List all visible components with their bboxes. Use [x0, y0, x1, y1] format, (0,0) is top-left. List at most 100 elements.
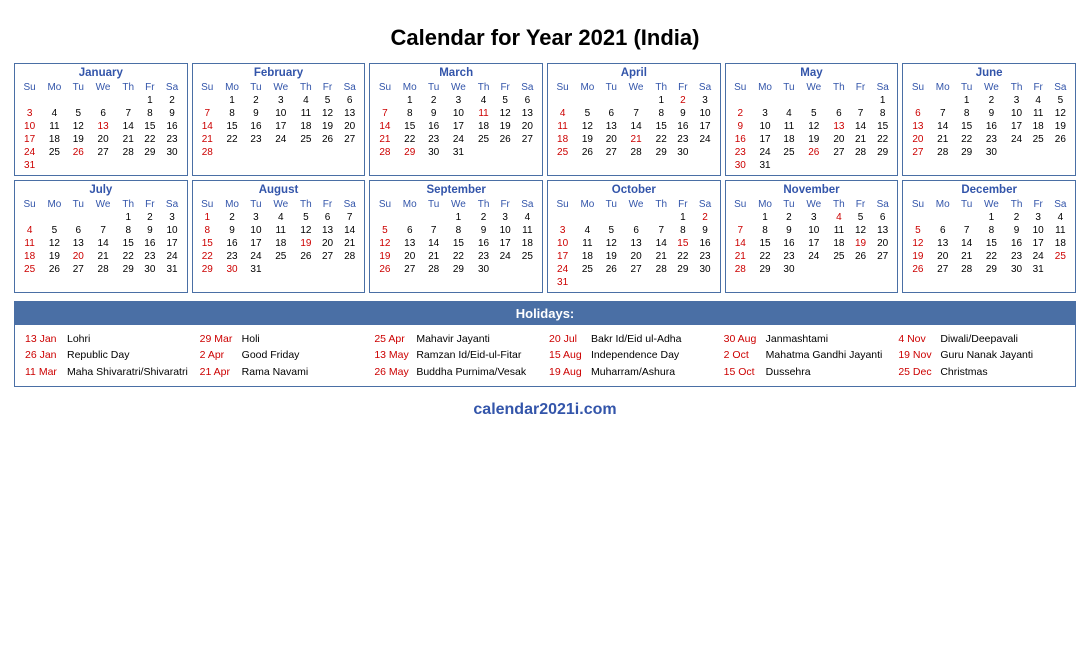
day-header: Tu — [68, 198, 89, 211]
cal-day: 8 — [672, 224, 693, 237]
cal-day: 4 — [18, 224, 41, 237]
holiday-date: 29 Mar — [200, 331, 242, 347]
day-header: Mo — [219, 198, 245, 211]
cal-day: 12 — [68, 120, 89, 133]
cal-day: 31 — [1028, 263, 1049, 276]
cal-day: 5 — [1049, 94, 1072, 107]
cal-day: 6 — [828, 107, 850, 120]
day-header: We — [977, 198, 1005, 211]
day-header: Tu — [245, 198, 266, 211]
cal-table: SuMoTuWeThFrSa12345678910111213141516171… — [906, 81, 1072, 159]
cal-day: 1 — [977, 211, 1005, 224]
holiday-name: Rama Navami — [242, 364, 309, 380]
cal-day: 26 — [41, 263, 67, 276]
cal-day: 30 — [729, 159, 752, 172]
cal-day: 6 — [601, 107, 622, 120]
cal-day — [219, 146, 245, 159]
cal-day: 24 — [800, 250, 828, 263]
cal-day: 29 — [650, 146, 672, 159]
cal-day — [160, 159, 183, 172]
cal-day: 21 — [622, 133, 650, 146]
cal-day: 26 — [68, 146, 89, 159]
cal-day: 14 — [729, 237, 752, 250]
cal-day: 7 — [196, 107, 219, 120]
cal-day: 3 — [245, 211, 266, 224]
cal-day — [1005, 146, 1027, 159]
cal-day — [601, 276, 622, 289]
month-box-october: OctoberSuMoTuWeThFrSa1234567891011121314… — [547, 180, 721, 293]
holiday-item: 19 NovGuru Nanak Jayanti — [898, 347, 1065, 363]
cal-day: 17 — [18, 133, 41, 146]
cal-day: 8 — [196, 224, 219, 237]
cal-day — [828, 94, 850, 107]
cal-day: 28 — [850, 146, 871, 159]
cal-day: 22 — [444, 250, 472, 263]
cal-day: 24 — [18, 146, 41, 159]
cal-day: 24 — [267, 133, 295, 146]
cal-day: 11 — [472, 107, 494, 120]
cal-day: 5 — [495, 94, 516, 107]
cal-day: 24 — [444, 133, 472, 146]
cal-day: 8 — [397, 107, 423, 120]
cal-day — [828, 263, 850, 276]
cal-day: 25 — [41, 146, 67, 159]
cal-day: 16 — [729, 133, 752, 146]
cal-day: 13 — [906, 120, 929, 133]
cal-day: 22 — [956, 133, 977, 146]
cal-day: 5 — [906, 224, 929, 237]
cal-day: 24 — [1028, 250, 1049, 263]
month-box-june: JuneSuMoTuWeThFrSa1234567891011121314151… — [902, 63, 1076, 176]
cal-day: 9 — [472, 224, 494, 237]
cal-day — [295, 263, 317, 276]
day-header: Mo — [41, 198, 67, 211]
cal-day — [672, 276, 693, 289]
holiday-item: 11 MarMaha Shivaratri/Shivaratri — [25, 364, 192, 380]
day-header: Sa — [516, 81, 539, 94]
day-header: Fr — [1028, 81, 1049, 94]
cal-day: 13 — [317, 224, 338, 237]
cal-table: SuMoTuWeThFrSa12345678910111213141516171… — [906, 198, 1072, 276]
cal-day — [1049, 146, 1072, 159]
cal-day — [800, 263, 828, 276]
cal-day: 18 — [574, 250, 600, 263]
holiday-name: Ramzan Id/Eid-ul-Fitar — [416, 347, 521, 363]
cal-day: 30 — [472, 263, 494, 276]
holiday-item: 4 NovDiwali/Deepavali — [898, 331, 1065, 347]
cal-day: 27 — [906, 146, 929, 159]
cal-day: 16 — [245, 120, 266, 133]
cal-day — [574, 276, 600, 289]
cal-day: 25 — [1028, 133, 1049, 146]
cal-day: 23 — [729, 146, 752, 159]
cal-day: 4 — [295, 94, 317, 107]
cal-day: 3 — [800, 211, 828, 224]
cal-day: 26 — [373, 263, 396, 276]
cal-day — [871, 159, 894, 172]
cal-day: 27 — [89, 146, 117, 159]
cal-table: SuMoTuWeThFrSa12345678910111213141516171… — [551, 81, 717, 159]
cal-day: 4 — [1028, 94, 1049, 107]
day-header: Fr — [850, 198, 871, 211]
cal-day: 16 — [423, 120, 444, 133]
holiday-item: 20 JulBakr Id/Eid ul-Adha — [549, 331, 716, 347]
cal-day: 9 — [245, 107, 266, 120]
holiday-name: Maha Shivaratri/Shivaratri — [67, 364, 188, 380]
cal-day: 25 — [778, 146, 799, 159]
cal-day: 10 — [1005, 107, 1027, 120]
cal-day: 8 — [219, 107, 245, 120]
page-title: Calendar for Year 2021 (India) — [10, 10, 1080, 63]
cal-day: 23 — [672, 133, 693, 146]
cal-day: 24 — [752, 146, 778, 159]
cal-day — [778, 94, 799, 107]
cal-day: 8 — [444, 224, 472, 237]
cal-day: 3 — [18, 107, 41, 120]
cal-day: 5 — [295, 211, 317, 224]
cal-day: 6 — [516, 94, 539, 107]
day-header: Mo — [397, 198, 423, 211]
cal-day — [338, 263, 361, 276]
holiday-item: 15 AugIndependence Day — [549, 347, 716, 363]
cal-day — [1049, 263, 1072, 276]
cal-day: 21 — [196, 133, 219, 146]
cal-day: 12 — [41, 237, 67, 250]
cal-day: 28 — [196, 146, 219, 159]
cal-table: SuMoTuWeThFrSa12345678910111213141516171… — [729, 81, 895, 172]
